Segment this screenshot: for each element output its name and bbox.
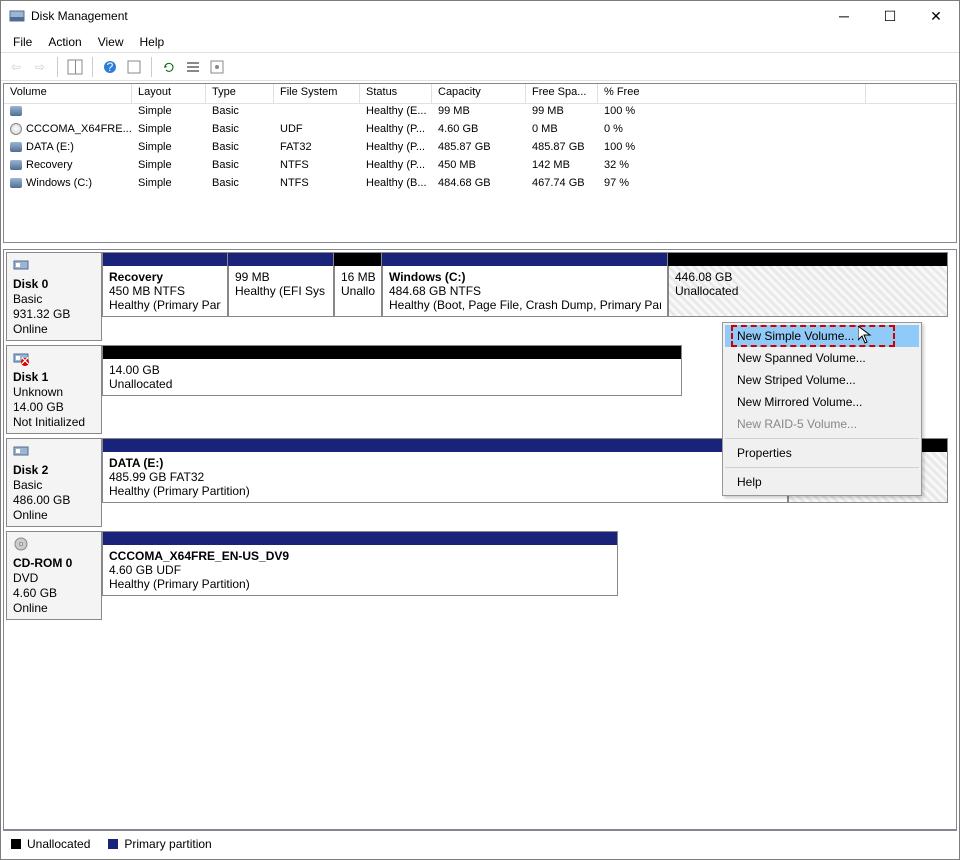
close-button[interactable]: ✕ (913, 1, 959, 31)
partition[interactable]: Recovery 450 MB NTFSHealthy (Primary Par… (102, 266, 228, 317)
partition[interactable]: 446.08 GBUnallocated (668, 266, 948, 317)
menu-bar: File Action View Help (1, 31, 959, 53)
partition[interactable]: 14.00 GBUnallocated (102, 359, 682, 396)
app-icon (9, 8, 25, 24)
partition[interactable]: DATA (E:) 485.99 GB FAT32Healthy (Primar… (102, 452, 788, 503)
list-icon[interactable] (182, 56, 204, 78)
toolbar: ⇦ ⇨ ? (1, 53, 959, 81)
disk-label[interactable]: ✕ Disk 1Unknown14.00 GBNot Initialized (6, 345, 102, 434)
legend-swatch-unallocated (11, 839, 21, 849)
partition[interactable]: Windows (C:) 484.68 GB NTFSHealthy (Boot… (382, 266, 668, 317)
col-free[interactable]: Free Spa... (526, 84, 598, 103)
context-menu-item[interactable]: Properties (725, 442, 919, 464)
volume-row[interactable]: Simple Basic Healthy (E... 99 MB 99 MB 1… (4, 104, 956, 122)
refresh-icon[interactable] (158, 56, 180, 78)
context-menu-item[interactable]: New Striped Volume... (725, 369, 919, 391)
col-type[interactable]: Type (206, 84, 274, 103)
partition[interactable]: CCCOMA_X64FRE_EN-US_DV9 4.60 GB UDFHealt… (102, 545, 618, 596)
context-menu: New Simple Volume...New Spanned Volume..… (722, 322, 922, 496)
svg-text:?: ? (107, 60, 114, 74)
title-bar[interactable]: Disk Management ─ ☐ ✕ (1, 1, 959, 31)
volume-row[interactable]: CCCOMA_X64FRE... Simple Basic UDF Health… (4, 122, 956, 140)
legend: Unallocated Primary partition (3, 830, 957, 857)
maximize-button[interactable]: ☐ (867, 1, 913, 31)
minimize-button[interactable]: ─ (821, 1, 867, 31)
col-status[interactable]: Status (360, 84, 432, 103)
volume-row[interactable]: Recovery Simple Basic NTFS Healthy (P...… (4, 158, 956, 176)
disk-label[interactable]: Disk 2Basic486.00 GBOnline (6, 438, 102, 527)
col-volume[interactable]: Volume (4, 84, 132, 103)
partition[interactable]: 16 MBUnallocat (334, 266, 382, 317)
context-menu-item[interactable]: New Mirrored Volume... (725, 391, 919, 413)
col-pctfree[interactable]: % Free (598, 84, 866, 103)
legend-swatch-primary (108, 839, 118, 849)
forward-button[interactable]: ⇨ (29, 56, 51, 78)
back-button[interactable]: ⇦ (5, 56, 27, 78)
volume-list: Volume Layout Type File System Status Ca… (3, 83, 957, 243)
context-menu-item: New RAID-5 Volume... (725, 413, 919, 435)
context-menu-item[interactable]: Help (725, 471, 919, 493)
menu-action[interactable]: Action (40, 33, 89, 51)
col-capacity[interactable]: Capacity (432, 84, 526, 103)
volume-row[interactable]: DATA (E:) Simple Basic FAT32 Healthy (P.… (4, 140, 956, 158)
disk-row: CD-ROM 0DVD4.60 GBOnline CCCOMA_X64FRE_E… (6, 531, 954, 620)
volume-row[interactable]: Windows (C:) Simple Basic NTFS Healthy (… (4, 176, 956, 194)
menu-help[interactable]: Help (132, 33, 173, 51)
partition[interactable]: 99 MBHealthy (EFI Sys (228, 266, 334, 317)
context-menu-item[interactable]: New Spanned Volume... (725, 347, 919, 369)
window-title: Disk Management (31, 9, 821, 23)
col-layout[interactable]: Layout (132, 84, 206, 103)
settings-icon[interactable] (123, 56, 145, 78)
disk-label[interactable]: Disk 0Basic931.32 GBOnline (6, 252, 102, 341)
disk-label[interactable]: CD-ROM 0DVD4.60 GBOnline (6, 531, 102, 620)
help-icon[interactable]: ? (99, 56, 121, 78)
list-header[interactable]: Volume Layout Type File System Status Ca… (4, 84, 956, 104)
col-fs[interactable]: File System (274, 84, 360, 103)
menu-file[interactable]: File (5, 33, 40, 51)
context-menu-item[interactable]: New Simple Volume... (725, 325, 919, 347)
svg-text:✕: ✕ (20, 354, 29, 366)
menu-view[interactable]: View (90, 33, 132, 51)
properties-icon[interactable] (206, 56, 228, 78)
toolbar-icon[interactable] (64, 56, 86, 78)
